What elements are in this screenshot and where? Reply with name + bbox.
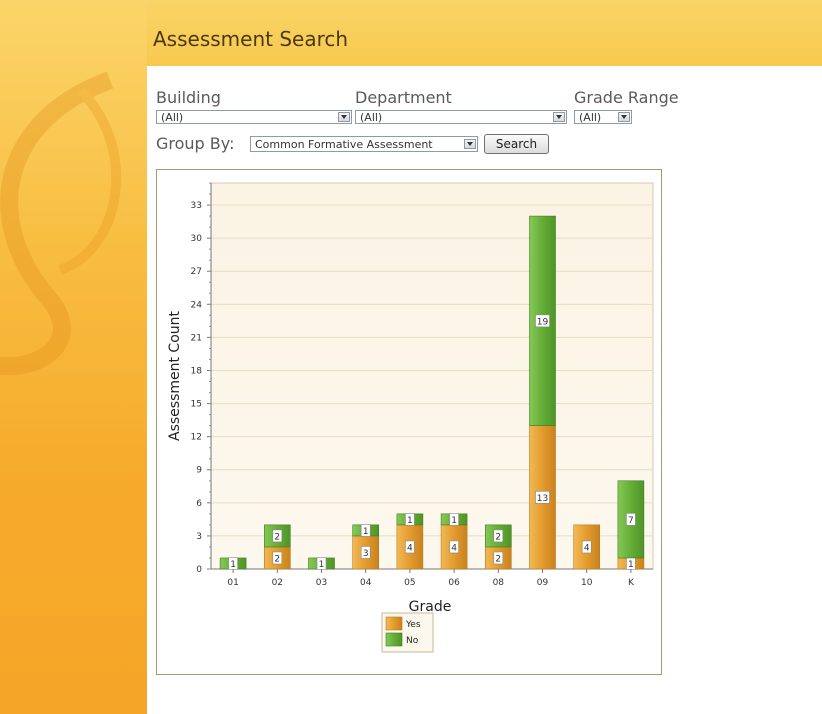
y-tick-label: 30 [191,234,203,244]
x-tick-label: 01 [227,578,238,588]
grade-range-select-value: (All) [579,111,602,124]
data-label: 3 [363,549,369,559]
y-tick-label: 24 [191,300,203,310]
building-select[interactable]: (All) [156,110,352,124]
chevron-down-icon[interactable] [618,112,630,122]
assessment-chart: 0369121518212427303310122021033104410541… [167,182,654,653]
data-label: 2 [495,554,501,564]
data-label: 4 [451,543,457,553]
y-tick-label: 15 [191,400,202,410]
x-tick-label: 08 [493,578,505,588]
x-tick-label: K [628,578,635,588]
chart-container: 0 3 6 9 12 15 18 21 24 27 30 33 1 01 2 2 02 1 03 3 1 04 4 1 05 4 1… [156,169,662,675]
y-tick-label: 27 [191,267,202,277]
data-label: 13 [537,494,548,504]
decorative-swirl-icon [0,71,122,376]
group-by-select[interactable]: Common Formative Assessment [250,136,478,152]
grade-range-select[interactable]: (All) [574,110,632,124]
building-select-value: (All) [161,111,184,124]
data-label: 19 [537,317,549,327]
data-label: 1 [407,516,413,526]
y-tick-label: 3 [196,532,202,542]
x-tick-label: 06 [448,578,460,588]
department-label: Department [355,88,452,107]
legend-label-no: No [406,636,419,646]
legend-swatch-yes [385,616,403,631]
group-by-label: Group By: [156,134,235,153]
chevron-down-icon[interactable] [464,139,476,149]
x-tick-label: 05 [404,578,415,588]
grade-range-label: Grade Range [574,88,679,107]
data-label: 1 [451,516,457,526]
page-title: Assessment Search [153,27,349,51]
data-label: 1 [363,527,369,537]
x-tick-label: 03 [316,578,327,588]
data-label: 2 [495,532,501,542]
department-select[interactable]: (All) [355,110,567,124]
main-content: Building (All) Department (All) Grade Ra… [147,66,822,714]
page-header: Assessment Search [147,0,822,66]
x-tick-label: 02 [272,578,283,588]
x-tick-label: 09 [537,578,549,588]
legend-label-yes: Yes [405,620,421,630]
y-tick-label: 18 [191,366,203,376]
left-decorative-panel [0,0,147,714]
x-tick-label: 10 [581,578,593,588]
chevron-down-icon[interactable] [338,112,350,122]
y-tick-label: 9 [196,466,202,476]
y-tick-label: 6 [196,499,202,509]
y-tick-label: 12 [191,433,202,443]
y-tick-label: 21 [191,333,202,343]
group-by-select-value: Common Formative Assessment [255,138,433,151]
data-label: 1 [319,560,325,570]
chevron-down-icon[interactable] [553,112,565,122]
data-label: 4 [407,543,413,553]
data-label: 4 [584,543,590,553]
y-axis-title: Assessment Count [167,310,183,441]
data-label: 1 [628,560,634,570]
data-label: 1 [230,560,236,570]
legend-swatch-no [385,632,403,647]
search-button[interactable]: Search [484,134,549,154]
y-tick-label: 0 [196,565,202,575]
data-label: 2 [274,554,280,564]
x-tick-label: 04 [360,578,372,588]
department-select-value: (All) [360,111,383,124]
data-label: 2 [274,532,280,542]
data-label: 7 [628,516,634,526]
plot-area [210,182,654,570]
y-tick-label: 33 [191,201,202,211]
building-label: Building [156,88,221,107]
